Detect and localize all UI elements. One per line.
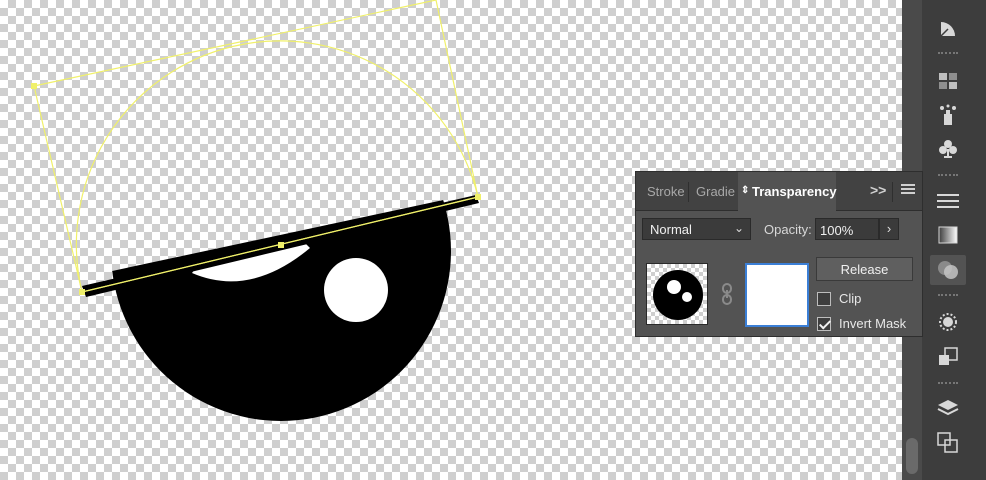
clip-checkbox[interactable]: [817, 291, 831, 306]
stroke-lines-icon[interactable]: [930, 186, 966, 216]
eye-artwork[interactable]: [82, 81, 479, 421]
opacity-slider-toggle-icon[interactable]: ›: [879, 218, 899, 240]
swatch-grid-icon[interactable]: [930, 66, 966, 96]
clip-option[interactable]: Clip: [817, 291, 861, 306]
tab-gradient[interactable]: Gradie: [696, 184, 735, 199]
panel-tab-bar: Stroke Gradie ⇕ Transparency >>: [636, 172, 922, 211]
tab-stroke[interactable]: Stroke: [647, 184, 685, 199]
dock-scrollbar-thumb[interactable]: [906, 438, 918, 474]
tab-transparency[interactable]: Transparency: [752, 184, 837, 199]
symbol-sprayer-icon[interactable]: [930, 100, 966, 130]
dock-grip[interactable]: [938, 174, 958, 178]
club-icon[interactable]: [930, 134, 966, 164]
blend-mode-value: Normal: [650, 222, 692, 237]
collapse-panel-icon[interactable]: >>: [870, 182, 886, 198]
invert-mask-option[interactable]: Invert Mask: [817, 316, 906, 331]
transparency-icon[interactable]: [930, 255, 966, 285]
release-button[interactable]: Release: [816, 257, 913, 281]
invert-mask-checkbox[interactable]: [817, 316, 831, 331]
mask-thumbnail[interactable]: [745, 263, 809, 327]
object-thumbnail-preview: [653, 270, 703, 320]
tab-options-toggle-icon[interactable]: ⇕: [741, 185, 749, 196]
appearance-icon[interactable]: [930, 307, 966, 337]
pie-chart-icon[interactable]: [930, 14, 966, 44]
artboards-icon[interactable]: [930, 428, 966, 458]
dock-grip[interactable]: [938, 52, 958, 56]
graphic-styles-icon[interactable]: [930, 342, 966, 372]
chevron-down-icon: ⌄: [733, 221, 744, 235]
opacity-label: Opacity:: [764, 222, 812, 237]
layers-icon[interactable]: [930, 394, 966, 424]
gradient-icon[interactable]: [930, 220, 966, 250]
clip-label: Clip: [839, 291, 862, 306]
dock-grip[interactable]: [938, 382, 958, 386]
dock-grip[interactable]: [938, 294, 958, 298]
panel-menu-icon[interactable]: [899, 182, 917, 200]
invert-mask-label: Invert Mask: [839, 316, 907, 331]
link-mask-icon[interactable]: [721, 283, 733, 305]
object-thumbnail[interactable]: [646, 263, 708, 325]
blend-mode-select[interactable]: Normal ⌄: [642, 218, 751, 240]
highlight-circle: [324, 258, 388, 322]
tab-separator: [688, 182, 689, 202]
tab-separator: [892, 182, 893, 202]
opacity-input[interactable]: [815, 218, 879, 240]
transparency-panel: Stroke Gradie ⇕ Transparency >> Normal ⌄…: [635, 171, 923, 337]
